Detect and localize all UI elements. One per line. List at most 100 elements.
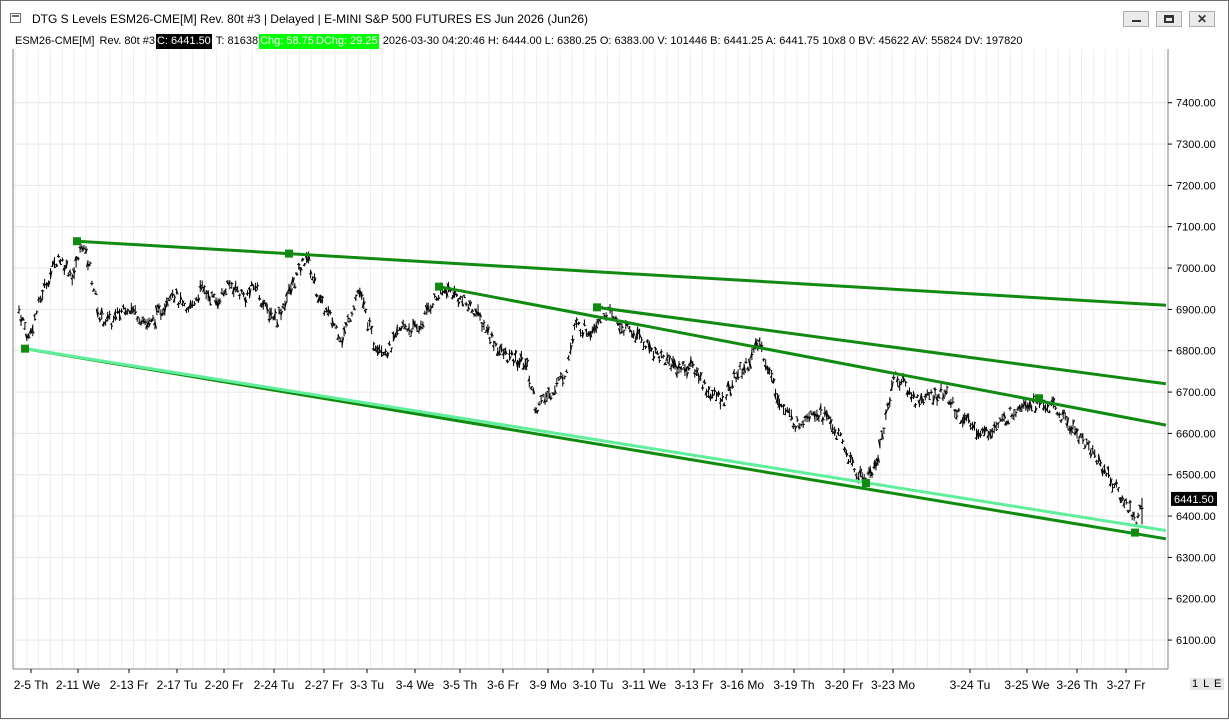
x-tick-label: 3-26 Th	[1056, 678, 1097, 692]
price-bar-open	[951, 403, 953, 404]
price-bar-close	[184, 303, 186, 304]
price-bar-open	[540, 396, 542, 397]
price-bar-open	[250, 286, 252, 287]
price-bar-close	[551, 398, 553, 399]
price-bar-open	[626, 324, 628, 325]
price-chart[interactable]: 7400.007300.007200.007100.007000.006900.…	[1, 1, 1229, 720]
price-bar-open	[347, 316, 349, 317]
price-bar-open	[350, 313, 352, 314]
price-bar-close	[92, 283, 94, 284]
price-bar-close	[567, 372, 569, 373]
price-bar-open	[752, 349, 754, 350]
price-bar-open	[999, 418, 1001, 419]
price-bar-open	[412, 329, 414, 330]
price-bar-close	[1126, 503, 1128, 504]
last-price-label: 6441.50	[1174, 494, 1214, 506]
y-tick-label: 7400.00	[1176, 98, 1216, 110]
price-bar-open	[1085, 439, 1087, 440]
y-tick-label: 7000.00	[1176, 263, 1216, 275]
price-bar-close	[330, 312, 332, 313]
price-bar-close	[153, 318, 155, 319]
price-bar-close	[929, 399, 931, 400]
price-bar-open	[258, 299, 260, 300]
trendline-anchor	[593, 303, 601, 311]
x-tick-label: 3-23 Mo	[871, 678, 915, 692]
price-bar-open	[79, 247, 81, 248]
price-bar-close	[70, 273, 72, 274]
chart-window: DTG S Levels ESM26-CME[M] Rev. 80t #3 | …	[0, 0, 1229, 719]
price-bar-close	[565, 376, 567, 377]
y-tick-label: 7300.00	[1176, 139, 1216, 151]
price-bar-close	[917, 396, 919, 397]
price-bar-close	[508, 361, 510, 362]
price-bar-close	[884, 428, 886, 429]
y-tick-label: 6100.00	[1176, 635, 1216, 647]
plot-area	[13, 49, 1168, 669]
price-bar-open	[784, 414, 786, 415]
price-bar-close	[752, 354, 754, 355]
price-bar-close	[598, 319, 600, 320]
y-tick-label: 6700.00	[1176, 387, 1216, 399]
y-tick-label: 6800.00	[1176, 346, 1216, 358]
price-bar-close	[435, 296, 437, 297]
price-bar-close	[383, 354, 385, 355]
y-tick-label: 7100.00	[1176, 222, 1216, 234]
trendline-anchor	[862, 479, 870, 487]
price-bar-open	[953, 410, 955, 411]
trendline-anchor	[285, 250, 293, 258]
price-bar-open	[406, 329, 408, 330]
scale-toggle[interactable]: 1 L E	[1190, 678, 1224, 690]
price-bar-close	[389, 345, 391, 346]
chart-grid	[13, 49, 1168, 669]
price-bar-close	[644, 342, 646, 343]
price-bar-close	[380, 351, 382, 352]
y-tick-label: 7200.00	[1176, 180, 1216, 192]
price-bar-open	[51, 266, 53, 267]
price-bar-close	[370, 321, 372, 322]
y-tick-label: 6400.00	[1176, 511, 1216, 523]
price-bar-close	[939, 398, 941, 399]
x-tick-label: 3-27 Fr	[1107, 678, 1146, 692]
price-bar-open	[278, 307, 280, 308]
price-bar-open	[715, 400, 717, 401]
price-bar-close	[584, 325, 586, 326]
price-bar-open	[739, 366, 741, 367]
trendline-anchor	[1131, 529, 1139, 537]
y-tick-label: 6200.00	[1176, 594, 1216, 606]
price-bar-close	[127, 309, 129, 310]
price-bar-close	[19, 309, 21, 310]
price-bar-close	[1112, 484, 1114, 485]
x-tick-label: 3-13 Fr	[675, 678, 714, 692]
price-bar-close	[707, 396, 709, 397]
price-bar-close	[1014, 409, 1016, 410]
price-bar-open	[928, 395, 930, 396]
price-bar-open	[57, 256, 59, 257]
price-bar-open	[559, 376, 561, 377]
price-bar-open	[1008, 408, 1010, 409]
price-bar-close	[998, 422, 1000, 423]
price-bar-open	[128, 310, 129, 311]
price-bar-open	[254, 287, 256, 288]
price-bar-close	[772, 374, 774, 375]
price-bar-open	[110, 324, 112, 325]
price-bar-close	[1034, 396, 1036, 397]
price-bar-open	[800, 425, 802, 426]
price-bar-open	[1097, 461, 1099, 462]
x-tick-label: 3-25 We	[1004, 678, 1049, 692]
x-tick-label: 3-10 Tu	[573, 678, 614, 692]
price-bar-close	[232, 283, 234, 284]
x-tick-label: 2-27 Fr	[305, 678, 344, 692]
x-tick-label: 3-5 Th	[443, 678, 477, 692]
price-bar-close	[642, 340, 644, 341]
price-bar-close	[975, 422, 977, 423]
x-tick-label: 3-3 Tu	[350, 678, 384, 692]
y-tick-label: 6300.00	[1176, 552, 1216, 564]
price-bar-open	[725, 397, 727, 398]
price-bar-open	[398, 330, 400, 331]
x-tick-label: 3-20 Fr	[825, 678, 864, 692]
price-bar-close	[529, 383, 531, 384]
price-bar-close	[797, 420, 799, 421]
price-bar-open	[179, 301, 181, 302]
x-tick-label: 3-19 Th	[773, 678, 814, 692]
y-tick-label: 6500.00	[1176, 470, 1216, 482]
